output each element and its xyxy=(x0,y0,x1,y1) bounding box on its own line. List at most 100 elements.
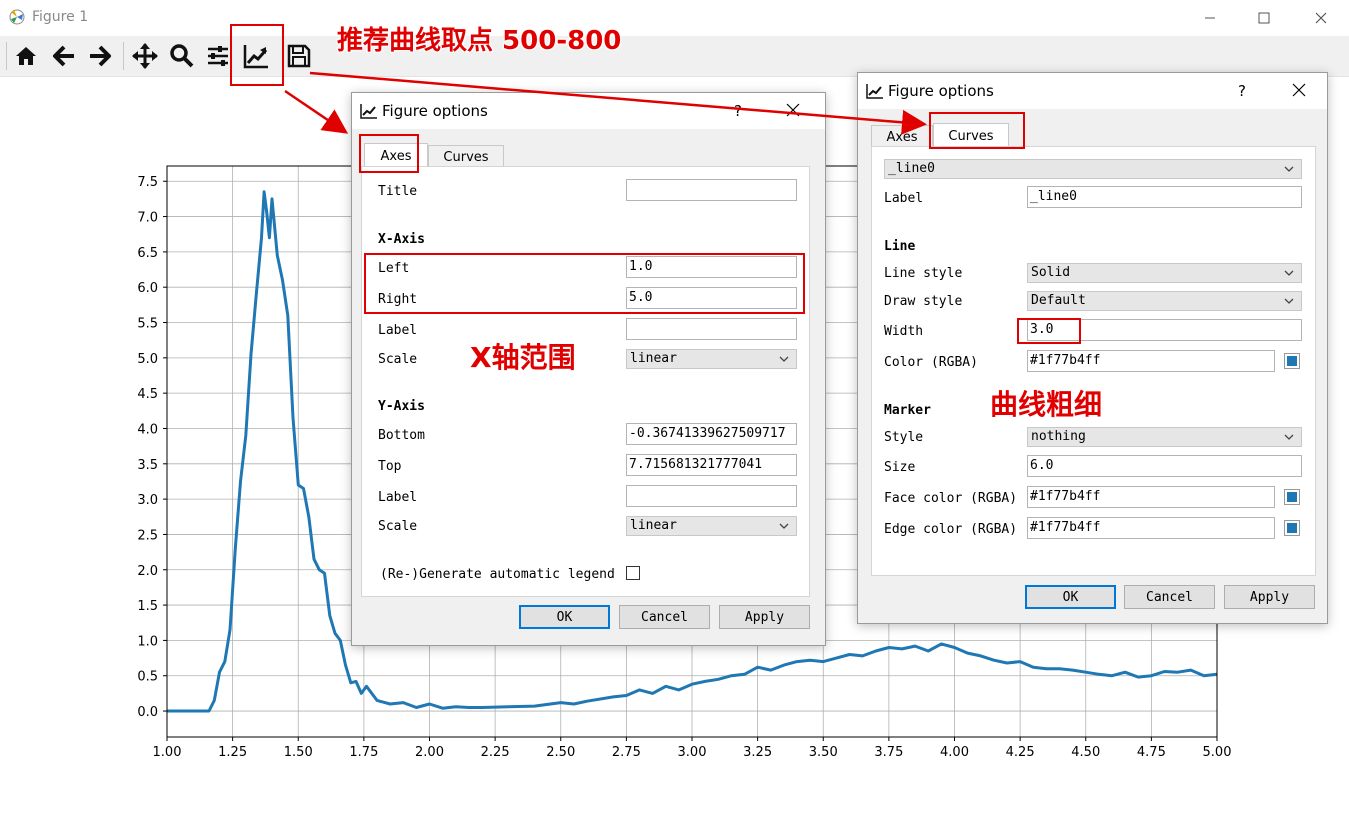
cancel-button[interactable]: Cancel xyxy=(1124,585,1215,609)
matplotlib-app-icon xyxy=(9,9,25,25)
y-tick-label: 7.0 xyxy=(137,211,158,226)
x-label-input[interactable] xyxy=(626,318,797,340)
forward-icon xyxy=(90,45,111,67)
edge-color-swatch[interactable] xyxy=(1284,520,1300,536)
face-color-swatch[interactable] xyxy=(1284,489,1300,505)
navigation-toolbar xyxy=(0,36,1349,77)
marker-style-select[interactable]: nothing xyxy=(1027,427,1302,447)
ok-button[interactable]: OK xyxy=(519,605,610,629)
forward-button[interactable] xyxy=(84,40,116,72)
figure-options-dialog-curves[interactable]: Figure options ? Axes Curves _line0 Labe… xyxy=(857,72,1328,624)
marker-size-input[interactable]: 6.0 xyxy=(1027,455,1302,477)
y-tick-label: 2.5 xyxy=(137,528,158,543)
x-tick-label: 2.00 xyxy=(415,745,444,760)
x-scale-select[interactable]: linear xyxy=(626,349,797,369)
tab-curves[interactable]: Curves xyxy=(428,145,504,168)
ok-button[interactable]: OK xyxy=(1025,585,1116,609)
zoom-button[interactable] xyxy=(166,40,198,72)
maximize-button[interactable] xyxy=(1241,0,1287,36)
close-icon xyxy=(786,103,800,117)
face-color-input[interactable]: #1f77b4ff xyxy=(1027,486,1275,508)
y-tick-label: 0.0 xyxy=(137,705,158,720)
y-top-input[interactable]: 7.715681321777041 xyxy=(626,454,797,476)
y-scale-select[interactable]: linear xyxy=(626,516,797,536)
y-axis-header: Y-Axis xyxy=(378,399,425,414)
y-scale-value: linear xyxy=(630,518,677,533)
y-tick-label: 3.5 xyxy=(137,458,158,473)
window-title: Figure 1 xyxy=(32,9,89,25)
pan-icon xyxy=(132,43,158,69)
marker-size-label: Size xyxy=(884,460,916,475)
y-tick-label: 0.5 xyxy=(137,670,158,685)
line-style-select[interactable]: Solid xyxy=(1027,263,1302,283)
x-tick-label: 1.25 xyxy=(218,745,247,760)
cancel-button[interactable]: Cancel xyxy=(619,605,710,629)
curve-select[interactable]: _line0 xyxy=(884,159,1302,179)
home-icon xyxy=(16,47,36,65)
y-tick-label: 1.0 xyxy=(137,634,158,649)
x-tick-label: 1.50 xyxy=(284,745,313,760)
y-tick-label: 1.5 xyxy=(137,599,158,614)
y-tick-label: 6.0 xyxy=(137,281,158,296)
back-button[interactable] xyxy=(48,40,80,72)
draw-style-label: Draw style xyxy=(884,294,963,309)
back-icon xyxy=(53,45,74,67)
line-color-input[interactable]: #1f77b4ff xyxy=(1027,350,1275,372)
dialog-title: Figure options xyxy=(888,82,994,100)
axes-tab-panel: Title X-Axis Left 1.0 Right 5.0 Label Sc… xyxy=(361,166,810,597)
marker-style-value: nothing xyxy=(1031,429,1086,444)
edge-color-input[interactable]: #1f77b4ff xyxy=(1027,517,1275,539)
x-tick-label: 2.50 xyxy=(546,745,575,760)
chevron-down-icon xyxy=(779,523,789,529)
save-button[interactable] xyxy=(283,40,315,72)
x-tick-label: 2.75 xyxy=(612,745,641,760)
figure-options-icon xyxy=(866,84,883,99)
figure-options-icon xyxy=(360,104,377,119)
maximize-icon xyxy=(1258,12,1270,24)
y-tick-label: 6.5 xyxy=(137,246,158,261)
annotation-top-text: 推荐曲线取点 500-800 xyxy=(337,26,622,56)
legend-checkbox[interactable] xyxy=(626,566,640,580)
curve-label-input[interactable]: _line0 xyxy=(1027,186,1302,208)
x-scale-label: Scale xyxy=(378,352,418,367)
dialog-close-button[interactable] xyxy=(1292,78,1306,102)
help-button[interactable]: ? xyxy=(1238,82,1246,100)
annotation-box-figure-options xyxy=(230,24,284,86)
dialog-close-button[interactable] xyxy=(786,98,800,122)
draw-style-select[interactable]: Default xyxy=(1027,291,1302,311)
annotation-box-x-range xyxy=(364,253,805,314)
x-tick-label: 3.00 xyxy=(678,745,707,760)
annotation-box-width xyxy=(1017,318,1081,344)
annotation-box-curves-tab xyxy=(929,112,1025,149)
figure-options-dialog-axes[interactable]: Figure options ? Axes Curves Title X-Axi… xyxy=(351,92,826,646)
y-top-label: Top xyxy=(378,459,402,474)
x-tick-label: 4.00 xyxy=(940,745,969,760)
y-tick-label: 3.0 xyxy=(137,493,158,508)
face-color-label: Face color (RGBA) xyxy=(884,491,1018,506)
y-bottom-input[interactable]: -0.36741339627509717 xyxy=(626,423,797,445)
draw-style-value: Default xyxy=(1031,293,1086,308)
line-color-swatch[interactable] xyxy=(1284,353,1300,369)
pan-button[interactable] xyxy=(129,40,161,72)
save-icon xyxy=(287,44,311,68)
x-tick-label: 3.25 xyxy=(743,745,772,760)
legend-label: (Re-)Generate automatic legend xyxy=(380,567,615,582)
annotation-width-text: 曲线粗细 xyxy=(990,388,1103,421)
zoom-icon xyxy=(170,44,194,68)
x-scale-value: linear xyxy=(630,351,677,366)
line-header: Line xyxy=(884,239,916,254)
home-button[interactable] xyxy=(10,40,42,72)
apply-button[interactable]: Apply xyxy=(719,605,810,629)
edge-color-label: Edge color (RGBA) xyxy=(884,522,1018,537)
x-tick-label: 1.75 xyxy=(349,745,378,760)
x-axis-header: X-Axis xyxy=(378,232,425,247)
minimize-button[interactable] xyxy=(1187,0,1233,36)
y-label-input[interactable] xyxy=(626,485,797,507)
tab-axes[interactable]: Axes xyxy=(871,125,933,148)
y-tick-label: 5.5 xyxy=(137,317,158,332)
help-button[interactable]: ? xyxy=(734,102,742,120)
apply-button[interactable]: Apply xyxy=(1224,585,1315,609)
close-window-button[interactable] xyxy=(1298,0,1344,36)
title-input[interactable] xyxy=(626,179,797,201)
y-tick-label: 4.5 xyxy=(137,387,158,402)
